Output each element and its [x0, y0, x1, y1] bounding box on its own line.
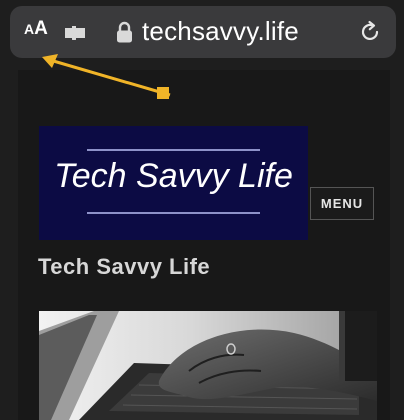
logo-line-top: [87, 149, 260, 151]
web-page: Tech Savvy Life MENU Tech Savvy Life: [18, 70, 390, 420]
text-size-small-glyph: A: [24, 21, 35, 37]
laptop-typing-photo: [39, 311, 377, 420]
menu-button[interactable]: MENU: [310, 187, 374, 220]
lock-icon: [117, 21, 132, 43]
site-title[interactable]: Tech Savvy Life: [38, 254, 210, 280]
site-logo[interactable]: Tech Savvy Life: [39, 126, 308, 240]
hero-image: [39, 311, 377, 420]
logo-line-bottom: [87, 212, 260, 214]
text-size-large-glyph: A: [34, 18, 48, 39]
screen: A A techsavvy.life Tech Savvy Life MENU …: [0, 0, 404, 420]
puzzle-piece-icon[interactable]: [64, 26, 86, 40]
page-settings-button[interactable]: A A: [24, 18, 48, 46]
logo-text: Tech Savvy Life: [54, 157, 293, 195]
reload-icon[interactable]: [358, 20, 382, 44]
url-text[interactable]: techsavvy.life: [142, 16, 299, 47]
annotation-arrow: [42, 54, 171, 99]
